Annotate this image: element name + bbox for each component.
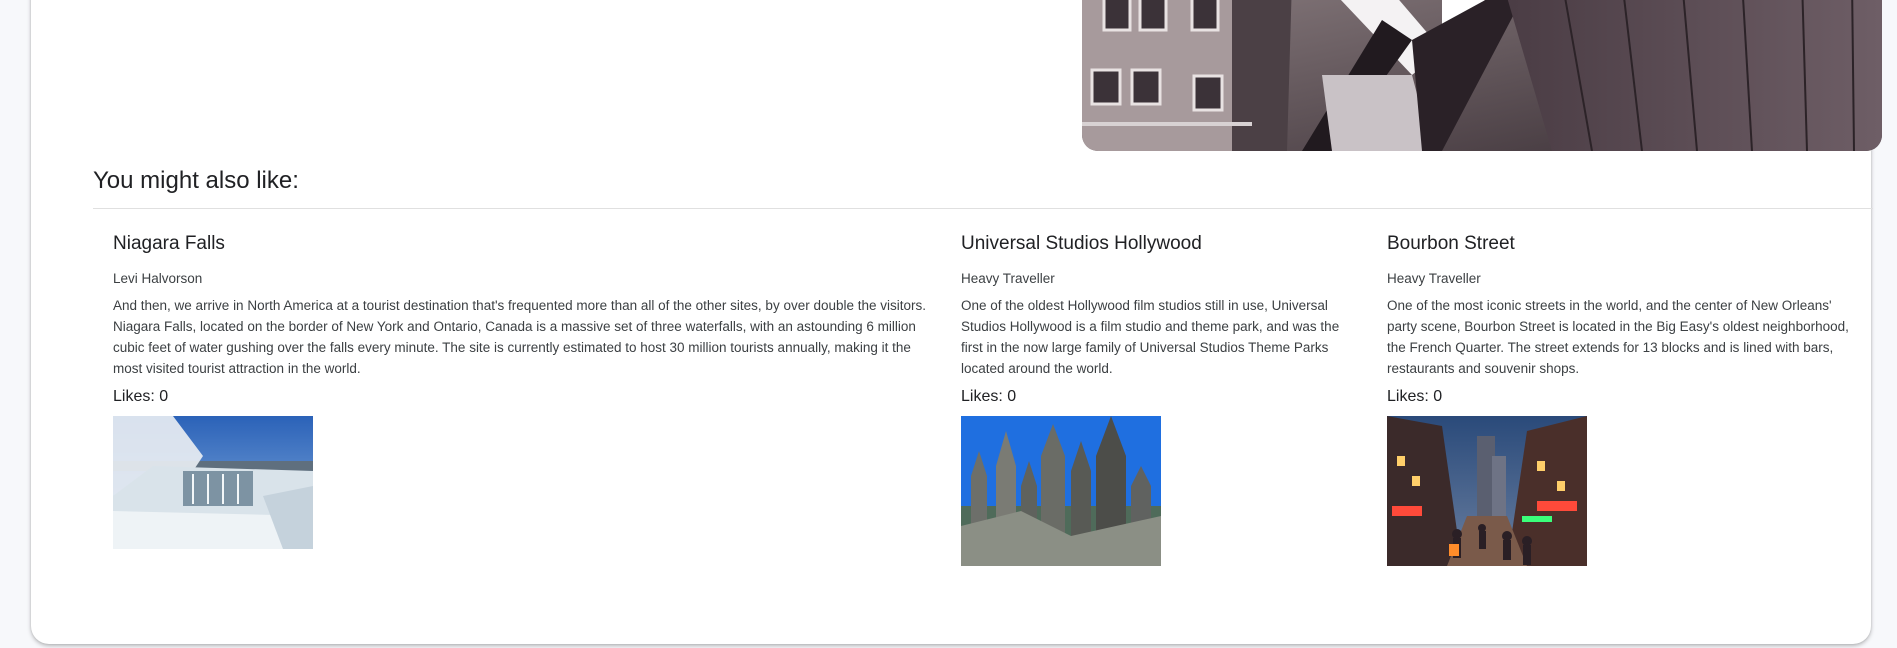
section-divider (93, 208, 1873, 209)
recommendation-title[interactable]: Bourbon Street (1387, 232, 1857, 256)
recommendation-description: One of the oldest Hollywood film studios… (961, 298, 1340, 376)
recommendation-card[interactable]: Bourbon Street Heavy Traveller One of th… (1387, 232, 1857, 566)
recommendation-author: Heavy Traveller (1387, 271, 1481, 286)
recommendation-card[interactable]: Niagara Falls Levi Halvorson And then, w… (113, 232, 933, 549)
recommendation-likes: Likes: 0 (961, 388, 1017, 405)
recommendation-author: Heavy Traveller (961, 271, 1055, 286)
recommendation-title[interactable]: Niagara Falls (113, 232, 933, 256)
recommendation-card[interactable]: Universal Studios Hollywood Heavy Travel… (961, 232, 1361, 566)
recommendation-likes: Likes: 0 (113, 388, 169, 405)
niagara-falls-image[interactable] (113, 416, 313, 549)
hero-image (1082, 0, 1882, 151)
universal-studios-image[interactable] (961, 416, 1161, 566)
recommendation-likes: Likes: 0 (1387, 388, 1443, 405)
section-title: You might also like: (93, 167, 299, 194)
post-card: You might also like: Niagara Falls Levi … (31, 0, 1882, 644)
building-photo (1082, 0, 1882, 151)
recommendation-author: Levi Halvorson (113, 271, 203, 286)
recommendation-description: One of the most iconic streets in the wo… (1387, 298, 1849, 376)
recommendation-description: And then, we arrive in North America at … (113, 298, 927, 376)
bourbon-street-image[interactable] (1387, 416, 1587, 566)
recommendation-title[interactable]: Universal Studios Hollywood (961, 232, 1361, 256)
